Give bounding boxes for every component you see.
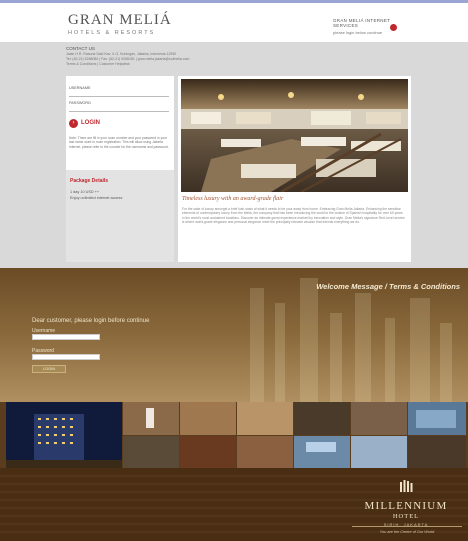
password-input[interactable] [69, 111, 169, 112]
internet-services-box: GRAN MELIÁ INTERNET SERVICES please logi… [333, 18, 413, 35]
login-button[interactable]: LOGIN [81, 120, 100, 126]
divider [352, 526, 462, 527]
logo-wordmark: GRAN MELIÁ [68, 12, 172, 28]
contact-title: CONTACT US [66, 46, 95, 51]
login-panel: USERNAME PASSWORD › LOGIN Note: There ar… [66, 76, 174, 262]
package-price: 1 day 10 USD ++ [70, 190, 100, 194]
package-details-box: Package Details 1 day 10 USD ++ Enjoy un… [66, 166, 174, 262]
package-description: Enjoy unlimited internet access [70, 196, 123, 200]
services-title: GRAN MELIÁ INTERNET SERVICES [333, 18, 391, 28]
content-panel: Timeless luxury with an award-grade flai… [178, 76, 411, 262]
hotel-photo-collage [6, 402, 466, 468]
contact-terms-link[interactable]: Terms & Conditions | Customer Helpdesk [66, 62, 316, 66]
welcome-terms-link[interactable]: Welcome Message / Terms & Conditions [290, 282, 460, 291]
password-input[interactable] [32, 354, 100, 360]
login-greeting: Dear customer, please login before conti… [32, 318, 150, 324]
login-button[interactable]: LOGIN [32, 365, 66, 373]
username-input[interactable] [32, 334, 100, 340]
millennium-login-page: Welcome Message / Terms & Conditions Dea… [0, 268, 468, 541]
package-title: Package Details [70, 178, 109, 184]
services-link[interactable]: please login below continue [333, 30, 413, 35]
contact-phone: Tel: (62-21) 5268080 | Fax: (62-21) 5268… [66, 57, 190, 62]
login-arrow-icon[interactable]: › [69, 119, 78, 128]
username-input[interactable] [69, 96, 169, 97]
username-label: USERNAME [69, 86, 91, 90]
gran-melia-logo[interactable]: GRAN MELIÁ HOTELS & RESORTS [68, 12, 172, 36]
restaurant-photo [181, 79, 408, 192]
brand-tagline: You are the Centre of Our World [379, 530, 435, 534]
brand-name: MILLENNIUM [364, 500, 448, 512]
hotel-emblem-icon [400, 480, 413, 492]
headline: Timeless luxury with an award-grade flai… [182, 196, 284, 202]
arrow-circle-icon[interactable] [390, 24, 397, 31]
contact-block: CONTACT US Jalan H.R. Rasuna Said Kav. X… [66, 46, 316, 67]
password-label: PASSWORD [69, 101, 91, 105]
millennium-logo[interactable]: MILLENNIUM HOTEL SIRIH, JAKARTA [348, 479, 464, 527]
login-note: Note: There are fill in your room number… [69, 136, 169, 149]
contact-address: Jalan H.R. Rasuna Said Kav. X-O, Kuninga… [66, 52, 177, 56]
gran-melia-login-page: GRAN MELIÁ HOTELS & RESORTS GRAN MELIÁ I… [0, 0, 468, 268]
brand-sub: HOTEL [392, 513, 420, 520]
logo-tagline: HOTELS & RESORTS [68, 30, 156, 36]
gm-header: GRAN MELIÁ HOTELS & RESORTS GRAN MELIÁ I… [0, 3, 468, 42]
description-text: For the sake of luxury amongst a brief l… [182, 207, 405, 225]
